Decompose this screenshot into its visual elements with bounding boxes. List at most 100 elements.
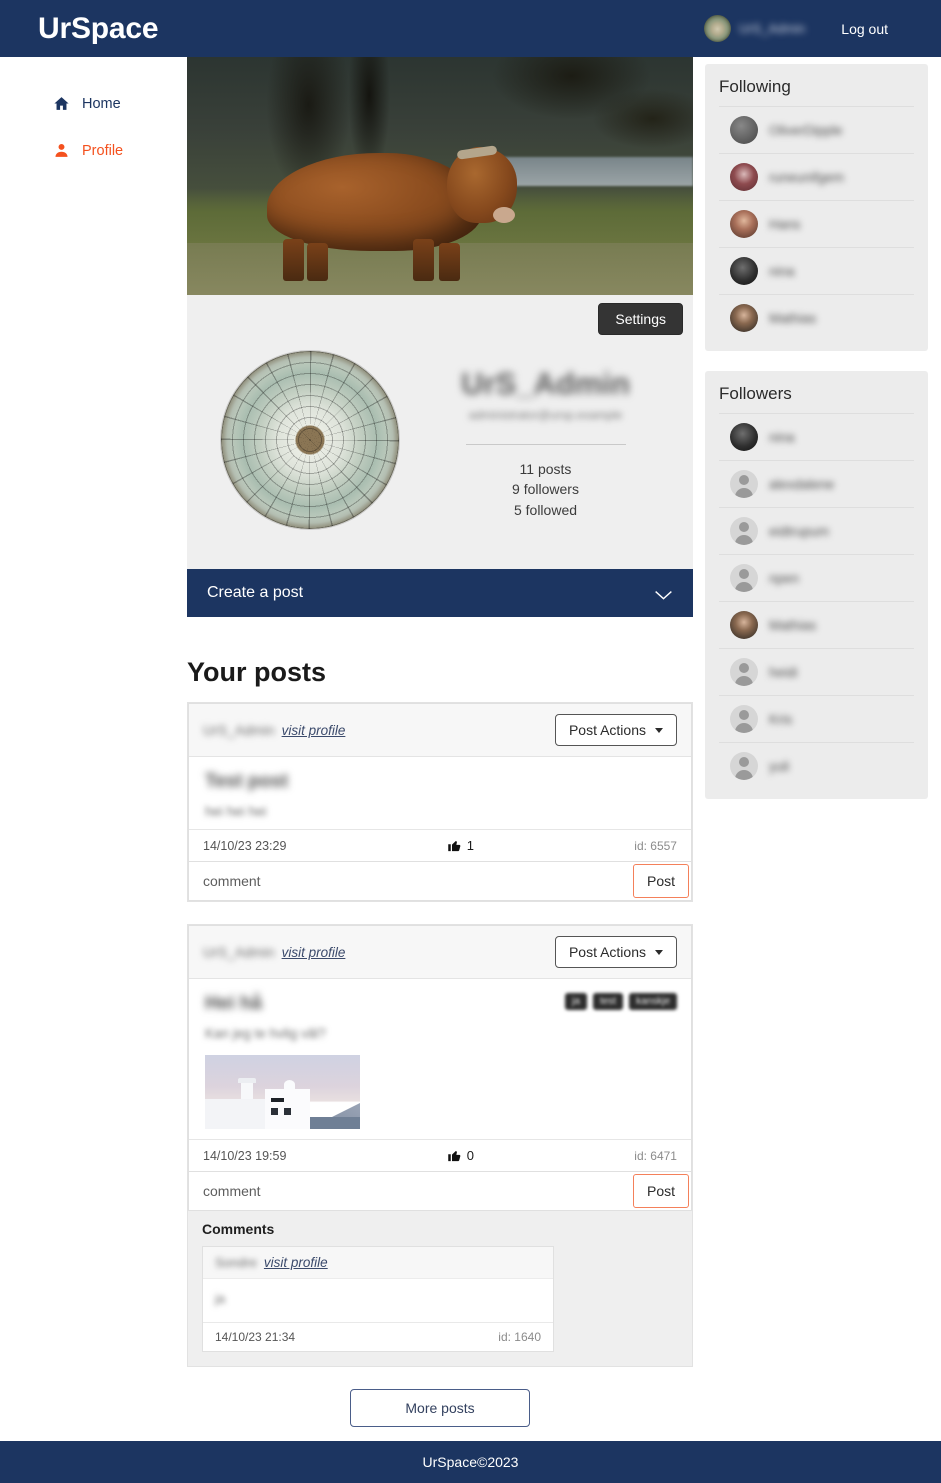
post-title: Test post — [205, 771, 289, 792]
sidebar-item-profile[interactable]: Profile — [0, 137, 187, 164]
glass-dome-profile-image[interactable] — [221, 351, 399, 529]
post-timestamp: 14/10/23 23:29 — [203, 838, 287, 853]
list-item[interactable]: Mathias — [719, 601, 914, 648]
comment-id: id: 1640 — [498, 1330, 541, 1344]
comments-section: Comments Sondre visit profile ja 14/10/2… — [188, 1211, 692, 1366]
avatar — [730, 257, 758, 285]
person-name: nina — [769, 263, 795, 279]
visit-profile-link[interactable]: visit profile — [264, 1255, 328, 1270]
post-actions-dropdown[interactable]: Post Actions — [554, 714, 677, 746]
left-sidebar: Home Profile — [0, 57, 187, 184]
list-item[interactable]: heidi — [719, 648, 914, 695]
sidebar-item-profile-label: Profile — [82, 142, 124, 159]
visit-profile-link[interactable]: visit profile — [282, 945, 346, 960]
post-header: UrS_Admin visit profile Post Actions — [189, 704, 691, 757]
person-name: heidi — [769, 664, 798, 680]
post-id: id: 6557 — [634, 838, 677, 853]
list-item[interactable]: Mathias — [719, 294, 914, 341]
right-sidebar: Following OliverDipple runeunifgem Hans … — [693, 57, 941, 819]
profile-info: UrS_Admin administrator@ursp.example 11 … — [433, 345, 693, 520]
post-header: UrS_Admin visit profile Post Actions — [189, 926, 691, 979]
post-like-group[interactable]: 0 — [447, 1148, 474, 1163]
profile-divider — [465, 444, 626, 446]
list-item[interactable]: eidtrupum — [719, 507, 914, 554]
person-name: Mathias — [769, 310, 817, 326]
avatar — [730, 304, 758, 332]
comments-heading: Comments — [202, 1221, 275, 1237]
footer-text: UrSpace©2023 — [422, 1454, 519, 1470]
caret-down-icon — [655, 727, 663, 733]
list-item[interactable]: npen — [719, 554, 914, 601]
list-item[interactable]: runeunifgem — [719, 153, 914, 200]
logout-link[interactable]: Log out — [841, 21, 888, 37]
post-card: UrS_Admin visit profile Post Actions ja … — [188, 925, 692, 1172]
post-actions-label: Post Actions — [568, 944, 646, 960]
avatar — [730, 611, 758, 639]
person-name: nina — [769, 429, 795, 445]
post-text: hei hei hei — [205, 804, 267, 819]
profile-picture-column — [187, 345, 433, 529]
list-item[interactable]: OliverDipple — [719, 106, 914, 153]
post-text: Kan jeg te hvlig vâl? — [205, 1026, 326, 1041]
more-posts-row: More posts — [187, 1389, 693, 1427]
caret-down-icon — [655, 949, 663, 955]
profile-summary: UrS_Admin administrator@ursp.example 11 … — [187, 335, 693, 569]
comment-post-button[interactable]: Post — [632, 864, 689, 898]
create-post-label: Create a post — [207, 584, 304, 601]
comment-bar: Post — [188, 1172, 692, 1211]
post-body: Test post hei hei hei — [189, 757, 691, 829]
navbar-right-group: UrS_Admin Log out — [703, 15, 888, 42]
person-name: Mathias — [769, 617, 817, 633]
person-name: alexdalene — [769, 476, 835, 492]
greek-building-photo[interactable] — [205, 1055, 360, 1129]
comment-timestamp: 14/10/23 21:34 — [215, 1330, 296, 1344]
post-card: UrS_Admin visit profile Post Actions Tes… — [188, 703, 692, 862]
sidebar-item-home-label: Home — [82, 95, 121, 112]
post-author-line: UrS_Admin visit profile — [203, 722, 345, 738]
list-item[interactable]: Hans — [719, 200, 914, 247]
avatar — [730, 517, 758, 545]
brand-logo[interactable]: UrSpace — [38, 13, 159, 44]
list-item[interactable]: Kris — [719, 695, 914, 742]
person-name: OliverDipple — [769, 122, 843, 138]
profile-subtitle: administrator@ursp.example — [468, 408, 623, 423]
sidebar-item-home[interactable]: Home — [0, 90, 187, 117]
comment-input[interactable] — [189, 1172, 631, 1210]
navbar-username: UrS_Admin — [738, 21, 806, 36]
post-actions-dropdown[interactable]: Post Actions — [554, 936, 677, 968]
following-panel-title: Following — [719, 77, 791, 96]
person-name: yuli — [769, 758, 790, 774]
settings-button[interactable]: Settings — [598, 303, 683, 335]
person-icon — [53, 142, 70, 159]
post-like-group[interactable]: 1 — [447, 838, 474, 853]
navbar-user[interactable]: UrS_Admin — [703, 15, 806, 42]
list-item[interactable]: nina — [719, 413, 914, 460]
post-timestamp: 14/10/23 19:59 — [203, 1148, 287, 1163]
page-layout: Home Profile Settings UrS_Admin administ… — [0, 57, 941, 1427]
person-name: Hans — [769, 216, 801, 232]
center-column: Settings UrS_Admin administrator@ursp.ex… — [187, 57, 693, 1427]
following-panel: Following OliverDipple runeunifgem Hans … — [705, 64, 928, 351]
create-post-toggle[interactable]: Create a post — [187, 569, 693, 617]
list-item[interactable]: yuli — [719, 742, 914, 789]
list-item[interactable]: alexdalene — [719, 460, 914, 507]
followers-panel-title: Followers — [719, 384, 792, 403]
avatar — [730, 705, 758, 733]
profile-stats: 11 posts 9 followers 5 followed — [512, 459, 579, 520]
list-item[interactable]: nina — [719, 247, 914, 294]
followers-panel: Followers nina alexdalene eidtrupum npen… — [705, 371, 928, 799]
comment-post-button[interactable]: Post — [632, 1174, 689, 1208]
post-wrapper: UrS_Admin visit profile Post Actions ja … — [187, 924, 693, 1367]
comment-input[interactable] — [189, 862, 631, 900]
post-body: ja test kanskje Hei hå Kan jeg te hvlig … — [189, 979, 691, 1139]
post-footer: 14/10/23 23:29 1 id: 6557 — [189, 829, 691, 861]
comment-author: Sondre — [215, 1255, 257, 1270]
user-avatar-image — [703, 15, 731, 42]
post-like-count: 0 — [466, 1148, 474, 1163]
visit-profile-link[interactable]: visit profile — [282, 723, 346, 738]
avatar — [730, 564, 758, 592]
person-name: runeunifgem — [769, 169, 845, 185]
more-posts-button[interactable]: More posts — [350, 1389, 530, 1427]
home-icon — [53, 95, 70, 112]
page-title: Your posts — [187, 657, 327, 687]
